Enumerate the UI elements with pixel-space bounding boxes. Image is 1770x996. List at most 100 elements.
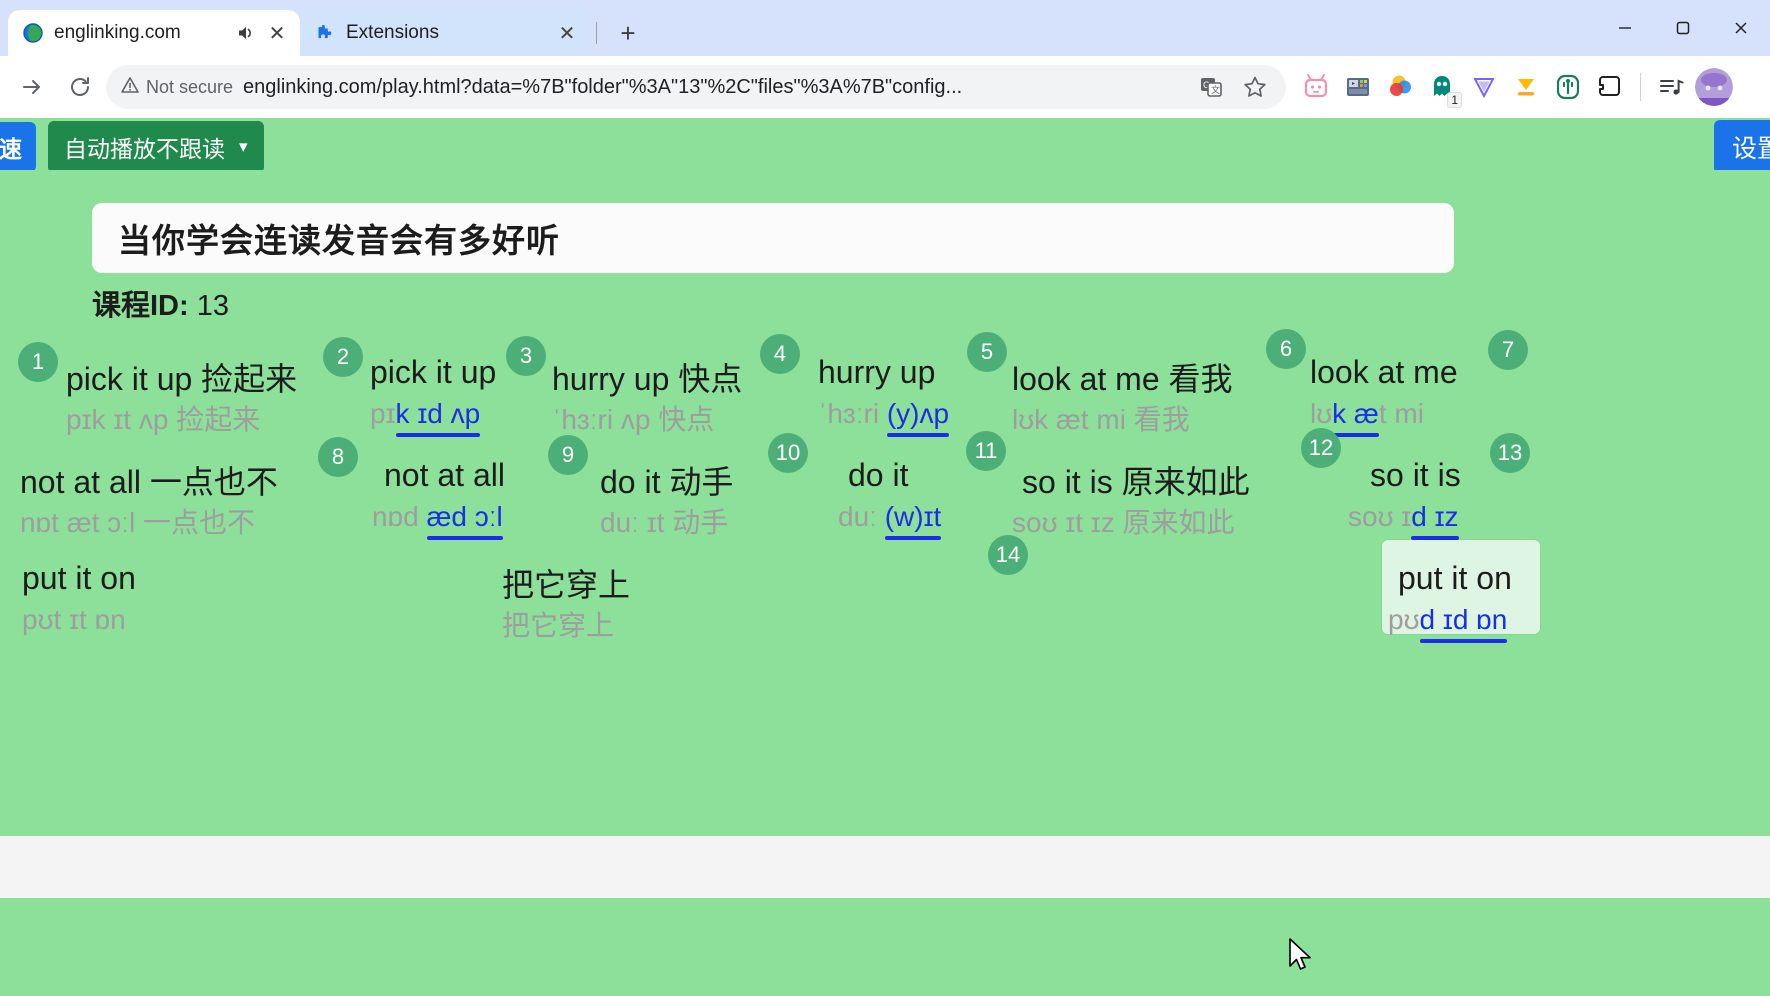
phrase-english: do it 动手 bbox=[600, 464, 734, 500]
phrase-english: hurry up bbox=[818, 354, 936, 390]
ipa-linked: d ɪd ɒn bbox=[1419, 604, 1508, 643]
course-id: 课程ID: 13 bbox=[92, 282, 229, 324]
extensions-area: 1 bbox=[1290, 68, 1733, 108]
course-id-value: 13 bbox=[196, 290, 229, 322]
phrase-ipa: ˈhɜːri (y)ʌp bbox=[818, 398, 950, 437]
phrase-number-badge: 4 bbox=[760, 334, 800, 374]
tab-title-englinking: englinking.com bbox=[54, 22, 181, 43]
phrase-ipa: nɒt æt ɔːl 一点也不 bbox=[20, 501, 255, 541]
close-button[interactable] bbox=[1712, 0, 1770, 56]
tv-extension-icon[interactable] bbox=[1298, 69, 1334, 105]
phrase-number-badge: 13 bbox=[1490, 433, 1530, 473]
tab-strip: englinking.com ✕ Extensions ✕ + bbox=[0, 0, 1770, 56]
phrase-english: pick it up bbox=[370, 354, 497, 390]
ipa-pre: ˈhɜːri bbox=[818, 398, 887, 429]
window-controls bbox=[1596, 0, 1770, 56]
forward-button[interactable] bbox=[10, 65, 54, 109]
phrase-english: look at me 看我 bbox=[1012, 361, 1233, 397]
speed-button[interactable]: 倍速 bbox=[0, 122, 36, 172]
phrase-number-badge: 9 bbox=[548, 435, 588, 475]
course-id-label: 课程ID: bbox=[92, 290, 189, 322]
autoplay-mode-dropdown[interactable]: 自动播放不跟读 ▾ bbox=[48, 121, 264, 173]
puzzle-icon bbox=[314, 22, 336, 44]
phrase-ipa: pʊt ɪt ɒn bbox=[22, 604, 126, 636]
warning-triangle-icon bbox=[120, 75, 140, 100]
minimize-button[interactable] bbox=[1596, 0, 1654, 56]
ipa-linked: æd ɔːl bbox=[426, 501, 504, 540]
maximize-button[interactable] bbox=[1654, 0, 1712, 56]
phrase-ipa: 把它穿上 bbox=[502, 604, 614, 644]
phrase-english: hurry up 快点 bbox=[552, 361, 743, 397]
phrase-english: look at me bbox=[1310, 354, 1458, 390]
phrase-number-badge: 14 bbox=[988, 535, 1028, 575]
ipa-pre: soʊ ɪt ɪz 原来如此 bbox=[1012, 507, 1235, 538]
phrase-english: put it on bbox=[1398, 560, 1512, 596]
phrase-row: 13 put it on pʊt ɪt ɒn 把它穿上 把它穿上 14 put … bbox=[0, 433, 1770, 651]
phrase-number-badge: 5 bbox=[967, 332, 1007, 372]
browser-window: englinking.com ✕ Extensions ✕ + Not secu… bbox=[0, 0, 1770, 996]
not-secure-label: Not secure bbox=[146, 76, 234, 97]
browser-toolbar: Not secure englinking.com/play.html?data… bbox=[0, 56, 1770, 118]
tab-close-englinking[interactable]: ✕ bbox=[266, 22, 288, 45]
phrase-number-badge: 11 bbox=[966, 431, 1006, 471]
ipa-pre: duː bbox=[838, 501, 885, 532]
lesson-title-card: 当你学会连读发音会有多好听 bbox=[92, 203, 1454, 273]
translate-icon[interactable]: G 文 bbox=[1194, 70, 1228, 104]
proton-vpn-extension-icon[interactable] bbox=[1466, 69, 1502, 105]
phrase-ipa: ˈhɜːri ʌp 快点 bbox=[552, 398, 714, 438]
ipa-pre: ˈhɜːri ʌp 快点 bbox=[552, 404, 715, 435]
tab-extensions[interactable]: Extensions ✕ bbox=[300, 10, 590, 56]
tab-englinking[interactable]: englinking.com ✕ bbox=[8, 10, 300, 56]
not-secure-indicator[interactable]: Not secure bbox=[120, 75, 233, 100]
ipa-pre: lʊ bbox=[1310, 398, 1333, 429]
trident-extension-icon[interactable] bbox=[1550, 69, 1586, 105]
ipa-linked: (w)ɪt bbox=[884, 501, 942, 540]
settings-button[interactable]: 设置 bbox=[1713, 120, 1770, 174]
phrase-ipa: pʊd ɪd ɒn bbox=[1388, 604, 1508, 643]
ipa-linked: k æ bbox=[1332, 398, 1379, 437]
lesson-appbar: 倍速 自动播放不跟读 ▾ 设置 bbox=[0, 118, 1770, 174]
phrase-number-badge: 1 bbox=[18, 342, 58, 382]
address-bar[interactable]: Not secure englinking.com/play.html?data… bbox=[106, 65, 1286, 109]
toolbar-divider bbox=[1640, 73, 1641, 101]
phrase-ipa: pɪk ɪt ʌp 捡起来 bbox=[66, 398, 260, 438]
globe-icon bbox=[22, 22, 44, 44]
page-title: 当你学会连读发音会有多好听 bbox=[118, 222, 560, 259]
ipa-pre: duː ɪt 动手 bbox=[600, 507, 729, 538]
phrase-number-badge: 2 bbox=[323, 337, 363, 377]
phrase-number-badge: 10 bbox=[768, 433, 808, 473]
ipa-pre: soʊ ɪ bbox=[1348, 501, 1412, 532]
phrase-english: 把它穿上 bbox=[502, 567, 631, 603]
phrase-number-badge: 12 bbox=[1301, 428, 1341, 468]
video-downloader-extension-icon[interactable] bbox=[1340, 69, 1376, 105]
lesson-body: 当你学会连读发音会有多好听 课程ID: 13 1 pick it up 捡起来 … bbox=[0, 170, 1770, 836]
phrase-ipa: duː (w)ɪt bbox=[838, 501, 942, 540]
phrase-english: put it on bbox=[22, 560, 136, 596]
ipa-linked: (y)ʌp bbox=[886, 398, 950, 437]
ghostery-extension-icon[interactable]: 1 bbox=[1424, 69, 1462, 108]
tab-close-extensions[interactable]: ✕ bbox=[556, 22, 578, 45]
page-footer-green bbox=[0, 898, 1770, 996]
phrase-english: not at all bbox=[384, 457, 505, 493]
color-balls-extension-icon[interactable] bbox=[1382, 69, 1418, 105]
new-tab-button[interactable]: + bbox=[609, 14, 647, 52]
media-list-icon[interactable] bbox=[1653, 69, 1689, 105]
phrase-english: do it bbox=[848, 457, 909, 493]
download-arrow-extension-icon[interactable] bbox=[1508, 69, 1544, 105]
phrase-english: not at all 一点也不 bbox=[20, 464, 278, 500]
tab-divider bbox=[596, 22, 597, 44]
ipa-post: t mi bbox=[1378, 398, 1424, 429]
chevron-down-icon: ▾ bbox=[239, 137, 248, 156]
phrase-grid: 1 pick it up 捡起来 pɪk ɪt ʌp 捡起来 2 pick it… bbox=[0, 329, 1770, 651]
tab-audio-icon[interactable] bbox=[234, 22, 256, 44]
autoplay-mode-label: 自动播放不跟读 bbox=[64, 136, 225, 162]
phrase-english: so it is bbox=[1370, 457, 1461, 493]
tab-title-extensions: Extensions bbox=[346, 22, 439, 43]
reload-button[interactable] bbox=[58, 65, 102, 109]
ipa-pre: nɒd bbox=[372, 501, 427, 532]
ipa-pre: pʊ bbox=[1388, 604, 1420, 635]
avatar[interactable] bbox=[1695, 68, 1733, 106]
pocket-extension-icon[interactable] bbox=[1592, 69, 1628, 105]
phrase-ipa: lʊk æt mi 看我 bbox=[1012, 398, 1190, 438]
star-icon[interactable] bbox=[1238, 70, 1272, 104]
